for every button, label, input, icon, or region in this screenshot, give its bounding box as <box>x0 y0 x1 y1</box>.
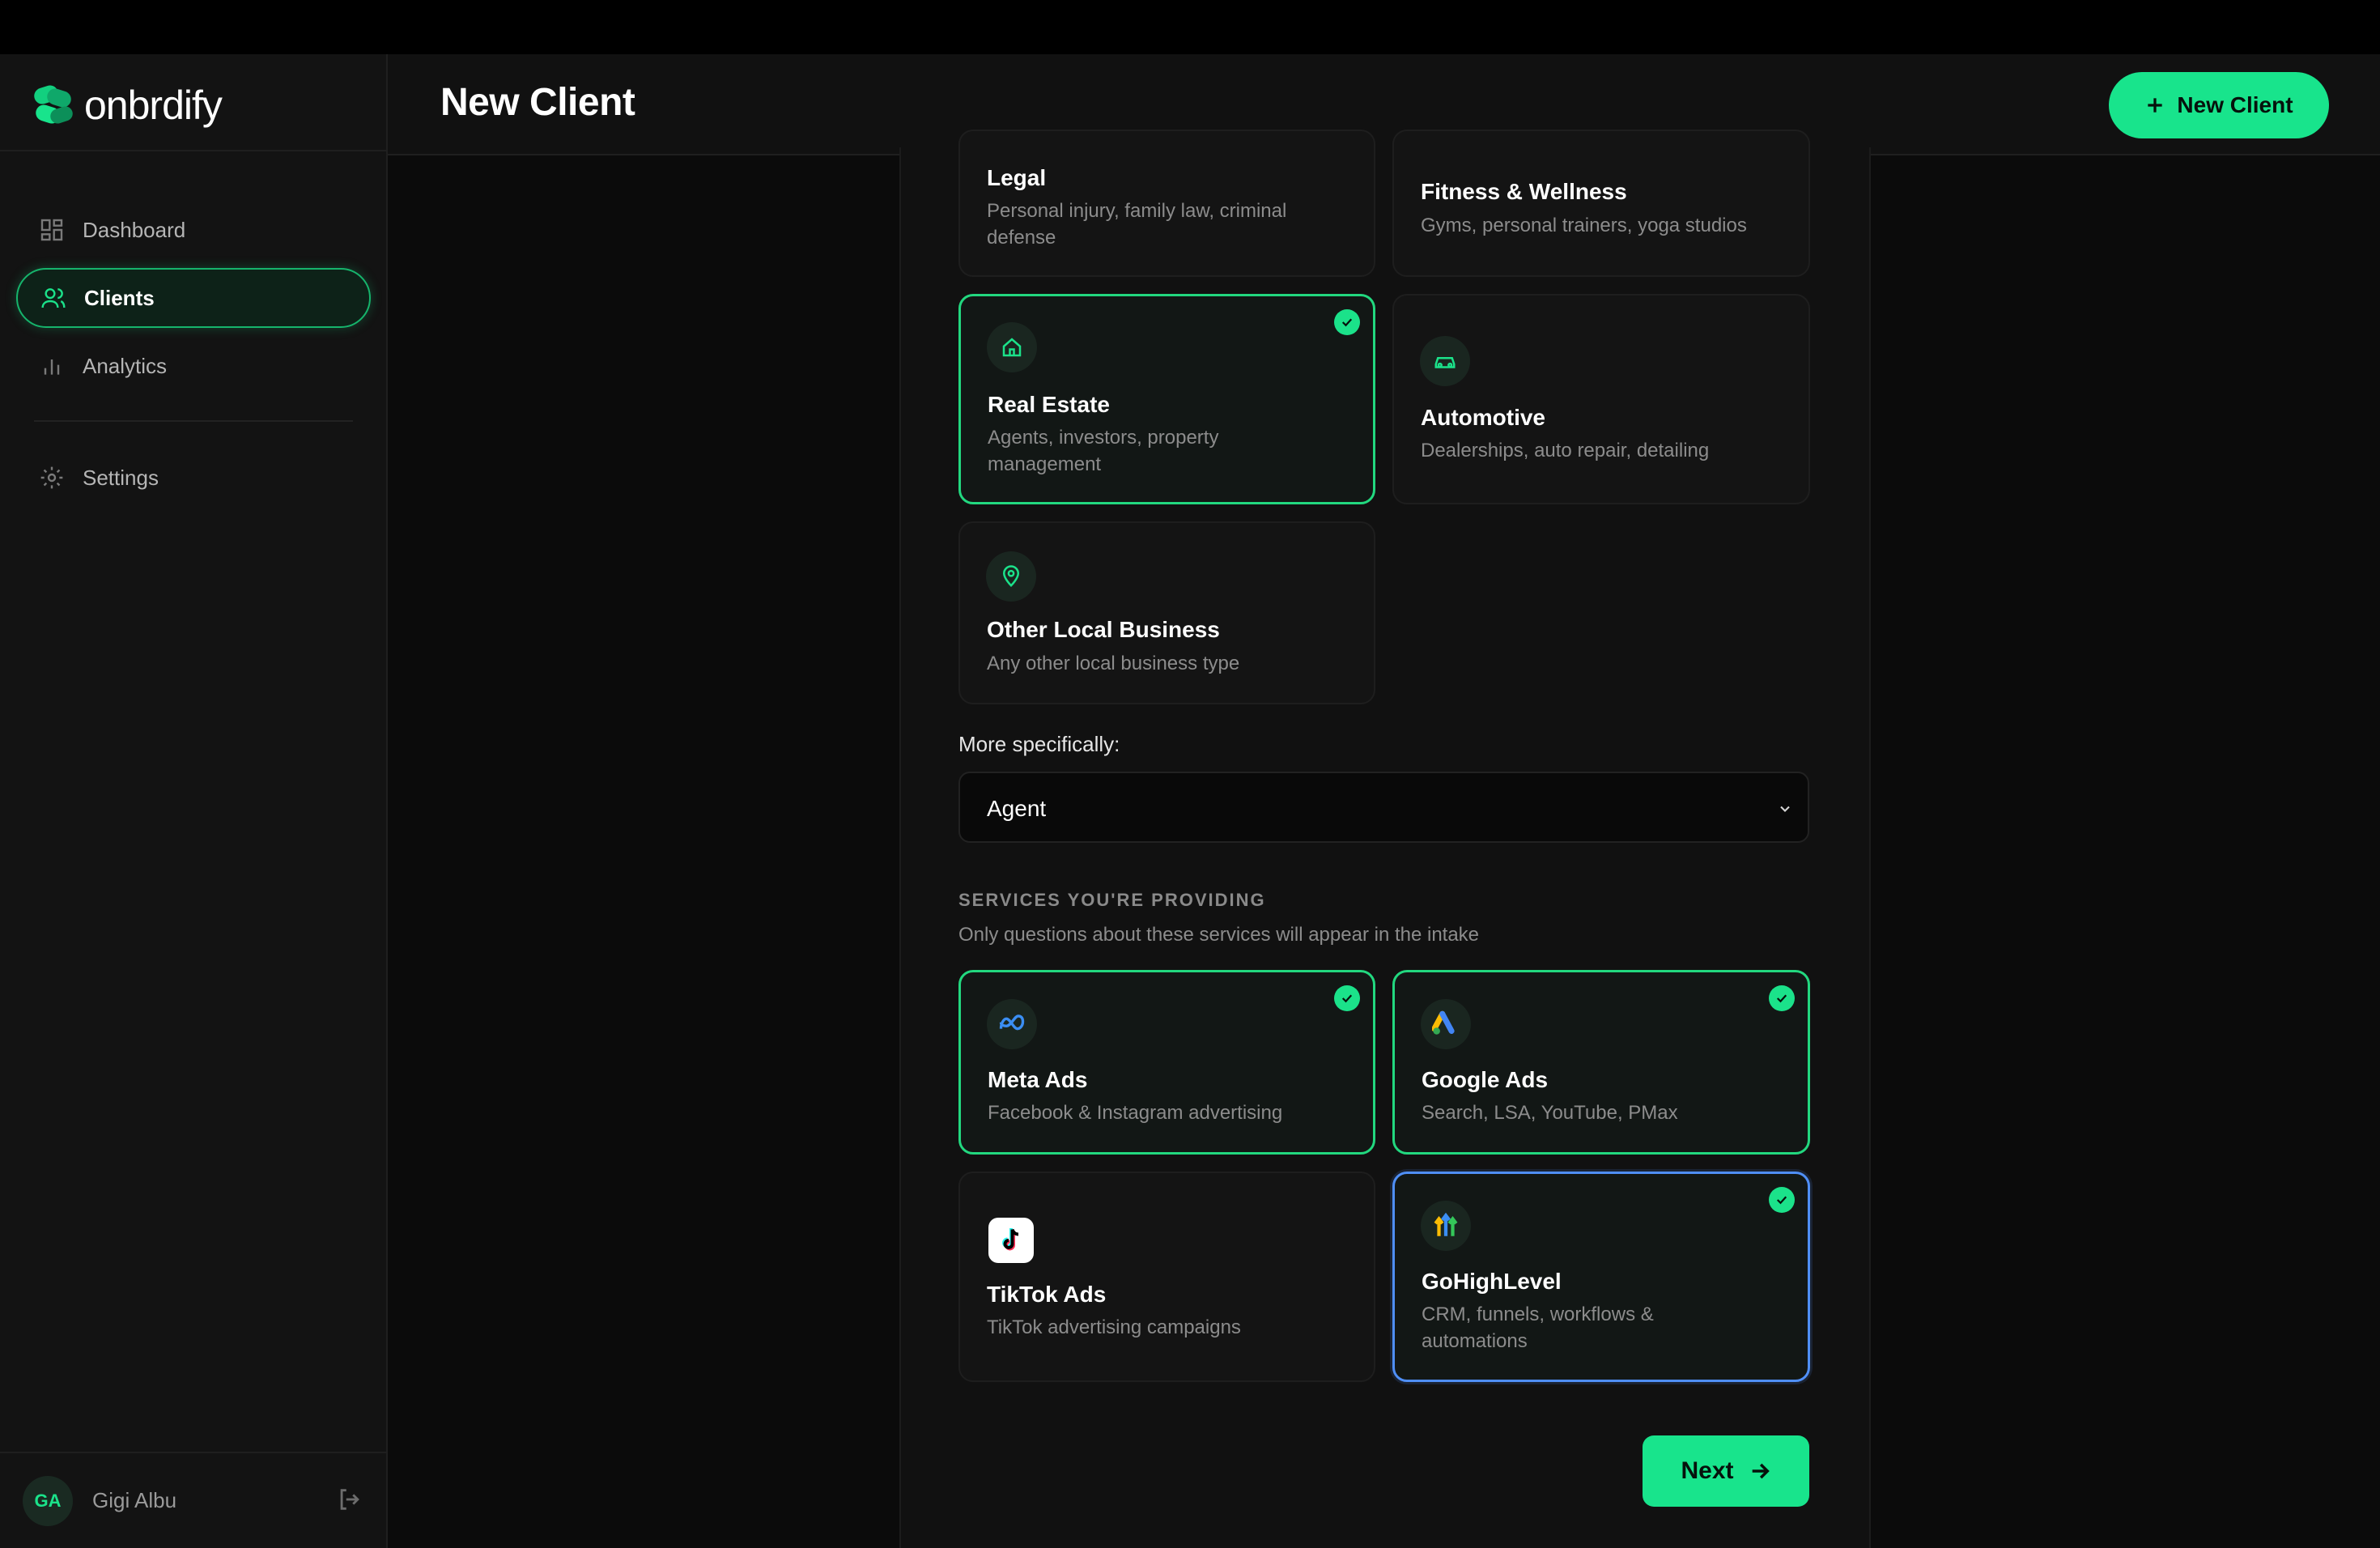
card-description: TikTok advertising campaigns <box>987 1316 1241 1338</box>
sidebar-item-label: Analytics <box>83 353 168 378</box>
sidebar-nav: Dashboard Clients Analytics Settings <box>16 200 371 516</box>
card-description: Search, LSA, YouTube, PMax <box>1422 1102 1678 1124</box>
selected-check-icon <box>1334 309 1360 335</box>
card-description: Personal injury, family law, criminal de… <box>987 200 1287 249</box>
user-profile[interactable]: GA Gigi Albu <box>0 1452 386 1548</box>
car-icon <box>1420 336 1470 386</box>
sidebar-item-analytics[interactable]: Analytics <box>16 336 371 396</box>
service-card-gohighlevel[interactable]: GoHighLevel CRM, funnels, workflows & au… <box>1392 1172 1810 1382</box>
arrow-right-icon <box>1752 1463 1770 1479</box>
industry-card-real-estate[interactable]: Real Estate Agents, investors, property … <box>958 294 1375 504</box>
industry-card-fitness-wellness[interactable]: Fitness & Wellness Gyms, personal traine… <box>1392 130 1810 277</box>
card-title: Fitness & Wellness <box>1421 179 1627 204</box>
industry-card-automotive[interactable]: Automotive Dealerships, auto repair, det… <box>1392 294 1810 504</box>
logout-icon[interactable] <box>336 1486 363 1513</box>
gear-icon <box>40 466 63 489</box>
service-card-google-ads[interactable]: Google Ads Search, LSA, YouTube, PMax <box>1392 970 1810 1155</box>
card-title: Google Ads <box>1422 1067 1549 1092</box>
sidebar-separator <box>34 420 353 422</box>
tiktok-icon <box>988 1218 1034 1263</box>
sidebar: onbrdify Dashboard Clients Analytics Set… <box>0 54 388 1548</box>
card-description: Agents, investors, property management <box>988 427 1219 475</box>
new-client-button-label: New Client <box>2177 92 2293 117</box>
next-button-label: Next <box>1681 1457 1734 1484</box>
card-title: Legal <box>987 165 1047 190</box>
sidebar-item-clients[interactable]: Clients <box>16 268 371 328</box>
services-subheading: Only questions about these services will… <box>958 924 1480 946</box>
industry-card-other-local-business[interactable]: Other Local Business Any other local bus… <box>958 521 1375 704</box>
card-title: Meta Ads <box>988 1067 1088 1092</box>
meta-icon <box>987 999 1037 1049</box>
new-client-button[interactable]: New Client <box>2109 72 2329 138</box>
home-icon <box>987 322 1037 372</box>
card-description: CRM, funnels, workflows & automations <box>1422 1303 1654 1352</box>
logo-mark-icon <box>32 83 76 126</box>
card-title: Real Estate <box>988 392 1110 417</box>
card-description: Gyms, personal trainers, yoga studios <box>1421 215 1747 236</box>
plus-icon <box>2148 98 2163 113</box>
page-header: New Client New Client <box>388 54 2380 155</box>
top-bar <box>0 0 2380 54</box>
selected-check-icon <box>1334 985 1360 1011</box>
card-title: Other Local Business <box>987 617 1220 642</box>
card-description: Facebook & Instagram advertising <box>988 1102 1283 1124</box>
users-icon <box>41 288 66 308</box>
logo-text: onbrdify <box>84 83 223 128</box>
select-value: Agent <box>987 796 1047 821</box>
sidebar-item-label: Clients <box>84 285 155 310</box>
selected-check-icon <box>1769 985 1795 1011</box>
app-root: onbrdify Dashboard Clients Analytics Set… <box>0 0 2380 1548</box>
card-title: TikTok Ads <box>987 1282 1107 1307</box>
main-content <box>388 147 2380 1548</box>
sub-industry-select[interactable]: Agent <box>958 772 1809 843</box>
bar-chart-icon <box>44 359 60 375</box>
sidebar-item-settings[interactable]: Settings <box>16 448 371 508</box>
user-name: Gigi Albu <box>92 1488 177 1512</box>
gohighlevel-icon <box>1421 1201 1471 1251</box>
service-card-tiktok-ads[interactable]: TikTok Ads TikTok advertising campaigns <box>958 1172 1375 1382</box>
more-specifically-label: More specifically: <box>958 732 1120 756</box>
sidebar-divider <box>0 150 386 151</box>
next-button[interactable]: Next <box>1643 1435 1809 1507</box>
map-pin-icon <box>986 551 1036 602</box>
card-description: Any other local business type <box>987 653 1240 674</box>
chevron-down-icon <box>1780 806 1790 812</box>
selected-check-icon <box>1769 1187 1795 1213</box>
card-title: GoHighLevel <box>1422 1269 1562 1294</box>
sidebar-item-label: Dashboard <box>83 217 186 242</box>
services-heading: SERVICES YOU'RE PROVIDING <box>958 890 1266 910</box>
grid-icon <box>40 219 63 241</box>
page-title: New Client <box>440 81 635 124</box>
service-card-meta-ads[interactable]: Meta Ads Facebook & Instagram advertisin… <box>958 970 1375 1155</box>
logo[interactable]: onbrdify <box>32 82 223 129</box>
google-ads-icon <box>1421 999 1471 1049</box>
card-description: Dealerships, auto repair, detailing <box>1421 440 1710 461</box>
sidebar-item-dashboard[interactable]: Dashboard <box>16 200 371 260</box>
sidebar-item-label: Settings <box>83 465 159 490</box>
avatar: GA <box>23 1475 73 1526</box>
card-title: Automotive <box>1421 405 1545 430</box>
industry-card-legal[interactable]: Legal Personal injury, family law, crimi… <box>958 130 1375 277</box>
